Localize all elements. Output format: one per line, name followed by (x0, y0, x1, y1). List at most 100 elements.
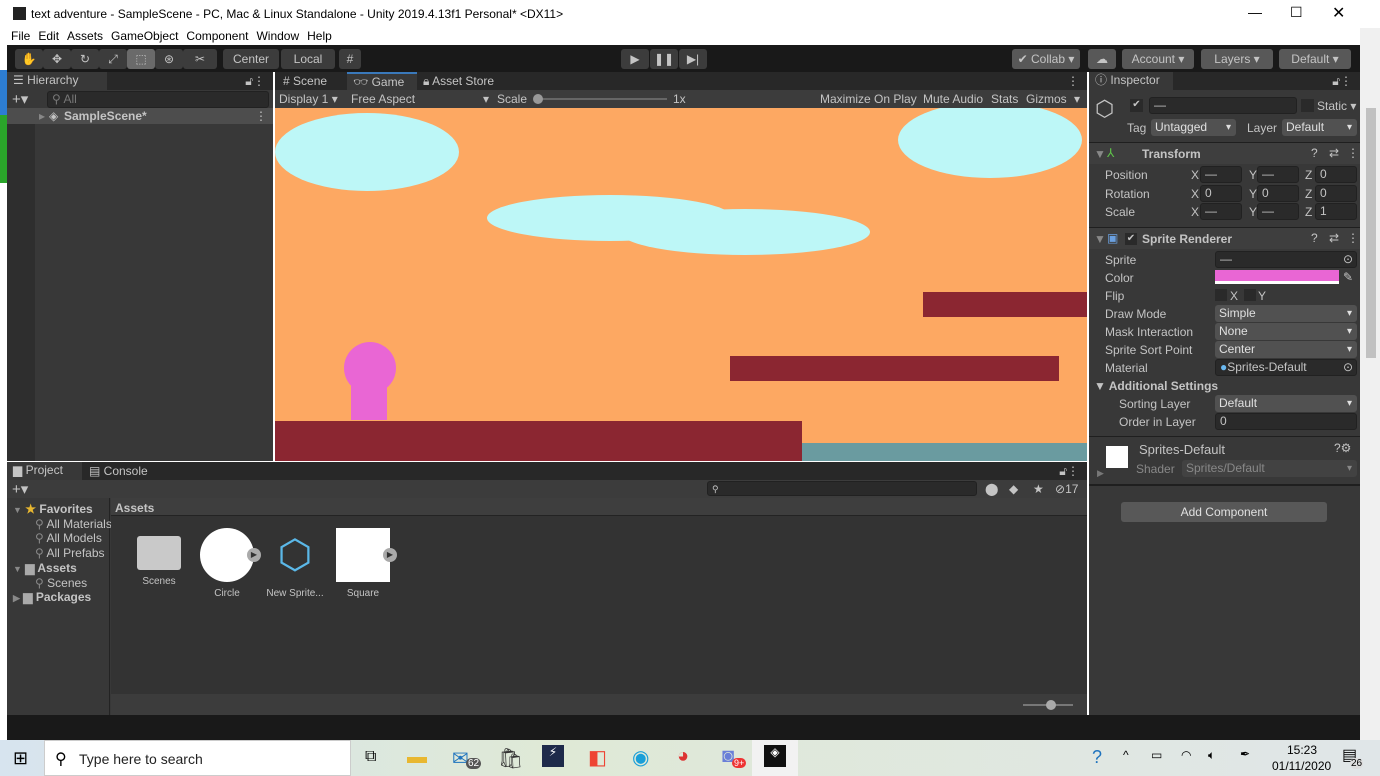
layout-dropdown[interactable]: Default ▾ (1279, 49, 1351, 69)
unity-taskbar-icon[interactable]: ◈ (764, 745, 786, 767)
lock-icon[interactable]: 🔓︎ (1332, 74, 1340, 89)
folder-tree-item[interactable]: ▼ ▆ Assets (13, 561, 77, 575)
sprite-field[interactable]: — ⊙ (1215, 251, 1357, 268)
transform-z-input[interactable]: 0 (1315, 185, 1357, 202)
cloud-button[interactable]: ☁ (1088, 49, 1116, 69)
mail-icon[interactable]: ✉ (452, 746, 469, 771)
transform-z-input[interactable]: 0 (1315, 166, 1357, 183)
tab-project[interactable]: ▆ Project (7, 462, 82, 480)
chrome-icon[interactable]: ◕ (677, 745, 689, 768)
mute-audio-toggle[interactable]: Mute Audio (923, 92, 983, 106)
stats-toggle[interactable]: Stats (991, 92, 1018, 106)
hierarchy-search-input[interactable]: ⚲ All (47, 91, 269, 108)
breadcrumb[interactable]: Assets (115, 501, 154, 515)
rect-tool-button[interactable]: ⬚ (127, 49, 155, 69)
hand-tool-button[interactable]: ✋ (15, 49, 43, 69)
order-in-layer-input[interactable]: 0 (1215, 413, 1357, 430)
add-button[interactable]: +▾ (12, 90, 28, 108)
favorites-icon[interactable]: ★ (1033, 482, 1044, 496)
lock-icon[interactable]: 🔓︎ (1059, 464, 1067, 479)
additional-settings-foldout[interactable]: ▼ Additional Settings (1094, 379, 1218, 393)
scene-menu-icon[interactable]: ⋮ (255, 109, 267, 123)
folder-tree-item[interactable]: ⚲ Scenes (35, 576, 87, 590)
component-menu-icon[interactable]: ⋮ (1347, 231, 1359, 245)
help-icon[interactable]: ? (1311, 146, 1318, 160)
tab-game[interactable]: 👓︎ Game (347, 72, 417, 90)
add-component-button[interactable]: Add Component (1121, 502, 1327, 522)
move-tool-button[interactable]: ✥ (43, 49, 71, 69)
custom-tool-button[interactable]: ✂ (183, 49, 217, 69)
folder-tree-item[interactable]: ▼ ★ Favorites (13, 502, 93, 516)
edge-icon[interactable]: ◉ (632, 745, 649, 770)
tab-console[interactable]: ▤ Console (83, 462, 154, 480)
transform-x-input[interactable]: 0 (1200, 185, 1242, 202)
visual-studio-icon[interactable]: ⚡︎ (542, 745, 564, 767)
file-explorer-icon[interactable]: ▬ (407, 746, 427, 769)
more-icon[interactable]: ⋮ (1340, 74, 1352, 88)
menu-gameobject[interactable]: GameObject (107, 28, 182, 45)
layers-dropdown[interactable]: Layers ▾ (1201, 49, 1273, 69)
scene-row[interactable]: ▸ ◈ SampleScene* ⋮ (7, 108, 273, 124)
more-icon[interactable]: ⋮ (1067, 74, 1079, 88)
display-dropdown[interactable]: Display 1 ▾ (279, 92, 347, 106)
material-field[interactable]: ●Sprites-Default ⊙ (1215, 359, 1357, 376)
menu-file[interactable]: File (7, 28, 34, 45)
tab-scene[interactable]: # Scene (277, 72, 333, 90)
hidden-packages-toggle[interactable]: ⊘17 (1055, 482, 1078, 496)
name-input[interactable]: — (1149, 97, 1297, 114)
help-tray-icon[interactable]: ? (1092, 747, 1102, 768)
menu-edit[interactable]: Edit (34, 28, 63, 45)
menu-window[interactable]: Window (252, 28, 303, 45)
transform-x-input[interactable]: — (1200, 166, 1242, 183)
scale-slider[interactable] (533, 94, 667, 104)
scale-slider-handle[interactable] (533, 94, 543, 104)
transform-tool-button[interactable]: ⊛ (155, 49, 183, 69)
aspect-dropdown[interactable]: Free Aspect ▾ (351, 92, 489, 106)
tray-chevron-icon[interactable]: ^ (1123, 748, 1129, 762)
search-by-label-icon[interactable]: ◆ (1009, 482, 1018, 496)
tag-dropdown[interactable]: Untagged (1151, 119, 1236, 136)
game-viewport[interactable] (275, 108, 1087, 461)
icon-size-slider[interactable] (1023, 700, 1073, 710)
eyedropper-icon[interactable]: ✎ (1343, 270, 1353, 284)
object-picker-icon[interactable]: ⊙ (1343, 252, 1353, 267)
help-icon[interactable]: ?⚙ (1334, 441, 1351, 455)
clock-date[interactable]: 01/11/2020 (1272, 759, 1331, 773)
static-dropdown[interactable]: Static ▾ (1317, 99, 1356, 113)
task-view-icon[interactable]: ⧉ (365, 748, 376, 766)
sprite-renderer-enabled-checkbox[interactable]: ✔ (1125, 233, 1137, 245)
draw-mode-dropdown[interactable]: Simple (1215, 305, 1357, 322)
transform-y-input[interactable]: — (1257, 203, 1299, 220)
tab-asset-store[interactable]: 🔒︎ Asset Store (417, 72, 500, 90)
layer-dropdown[interactable]: Default (1282, 119, 1357, 136)
tab-inspector[interactable]: ⓘ Inspector (1089, 72, 1173, 90)
tab-hierarchy[interactable]: ☰ Hierarchy (7, 72, 107, 90)
expand-arrow-icon[interactable]: ▶ (247, 548, 261, 562)
sort-point-dropdown[interactable]: Center (1215, 341, 1357, 358)
preset-icon[interactable]: ⇄ (1329, 146, 1339, 160)
store-icon[interactable]: 🛍︎ (498, 746, 523, 771)
battery-icon[interactable]: ▭ (1151, 748, 1162, 762)
collab-dropdown[interactable]: ✔ Collab ▾ (1012, 49, 1080, 69)
folder-tree-item[interactable]: ▶ ▆ Packages (13, 590, 91, 604)
menu-help[interactable]: Help (303, 28, 336, 45)
project-search-input[interactable]: ⚲ (707, 481, 977, 496)
preset-icon[interactable]: ⇄ (1329, 231, 1339, 245)
folder-tree-item[interactable]: ⚲ All Models (35, 531, 102, 545)
taskbar-search-input[interactable]: ⚲ Type here to search (44, 740, 351, 776)
pivot-local-button[interactable]: Local (281, 49, 335, 69)
grid-snap-button[interactable]: # (339, 49, 361, 69)
material-foldout[interactable]: ▶ (1097, 468, 1104, 479)
account-dropdown[interactable]: Account ▾ (1122, 49, 1194, 69)
asset-item[interactable]: Circle ▶ (195, 528, 261, 599)
pivot-center-button[interactable]: Center (223, 49, 279, 69)
menu-component[interactable]: Component (182, 28, 252, 45)
create-button[interactable]: +▾ (12, 480, 28, 498)
close-button[interactable]: ✕ (1332, 3, 1345, 23)
folder-tree-item[interactable]: ⚲ All Materials (35, 517, 112, 531)
flip-x-checkbox[interactable] (1215, 289, 1227, 301)
gizmos-dropdown-icon[interactable]: ▾ (1074, 92, 1080, 106)
maximize-button[interactable]: ☐ (1290, 4, 1303, 21)
transform-y-input[interactable]: — (1257, 166, 1299, 183)
static-checkbox[interactable] (1301, 99, 1314, 112)
